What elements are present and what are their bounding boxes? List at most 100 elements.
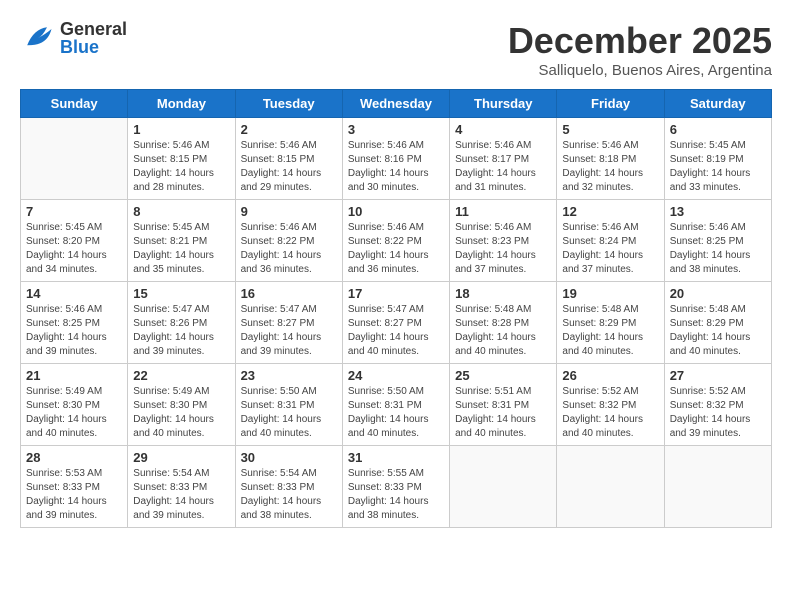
day-cell: 21 Sunrise: 5:49 AM Sunset: 8:30 PM Dayli… (21, 364, 128, 446)
day-number: 31 (348, 450, 444, 465)
week-row-3: 14 Sunrise: 5:46 AM Sunset: 8:25 PM Dayli… (21, 282, 772, 364)
day-cell (557, 446, 664, 528)
day-cell: 23 Sunrise: 5:50 AM Sunset: 8:31 PM Dayli… (235, 364, 342, 446)
day-info: Sunrise: 5:46 AM Sunset: 8:18 PM Dayligh… (562, 139, 658, 195)
day-cell: 29 Sunrise: 5:54 AM Sunset: 8:33 PM Dayli… (128, 446, 235, 528)
day-number: 28 (26, 450, 122, 465)
day-info: Sunrise: 5:46 AM Sunset: 8:25 PM Dayligh… (26, 303, 122, 359)
day-number: 22 (133, 368, 229, 383)
page-header: General Blue December 2025 Salliquelo, B… (20, 20, 772, 79)
day-cell: 12Sunrise: 5:46 AM Sunset: 8:24 PM Dayli… (557, 200, 664, 282)
weekday-header-wednesday: Wednesday (342, 90, 449, 118)
logo-general-text: General (60, 20, 127, 38)
week-row-4: 21 Sunrise: 5:49 AM Sunset: 8:30 PM Dayli… (21, 364, 772, 446)
day-info: Sunrise: 5:47 AM Sunset: 8:27 PM Dayligh… (348, 303, 444, 359)
day-cell: 13 Sunrise: 5:46 AM Sunset: 8:25 PM Dayli… (664, 200, 771, 282)
day-cell: 30 Sunrise: 5:54 AM Sunset: 8:33 PM Dayli… (235, 446, 342, 528)
day-number: 13 (670, 204, 766, 219)
day-cell: 27 Sunrise: 5:52 AM Sunset: 8:32 PM Dayli… (664, 364, 771, 446)
day-info: Sunrise: 5:52 AM Sunset: 8:32 PM Dayligh… (670, 385, 766, 441)
weekday-header-thursday: Thursday (450, 90, 557, 118)
day-info: Sunrise: 5:45 AM Sunset: 8:20 PM Dayligh… (26, 221, 122, 277)
day-info: Sunrise: 5:53 AM Sunset: 8:33 PM Dayligh… (26, 467, 122, 523)
weekday-header-saturday: Saturday (664, 90, 771, 118)
day-cell: 17Sunrise: 5:47 AM Sunset: 8:27 PM Dayli… (342, 282, 449, 364)
day-number: 10 (348, 204, 444, 219)
day-info: Sunrise: 5:46 AM Sunset: 8:17 PM Dayligh… (455, 139, 551, 195)
day-info: Sunrise: 5:50 AM Sunset: 8:31 PM Dayligh… (348, 385, 444, 441)
day-number: 20 (670, 286, 766, 301)
day-info: Sunrise: 5:54 AM Sunset: 8:33 PM Dayligh… (241, 467, 337, 523)
day-info: Sunrise: 5:45 AM Sunset: 8:21 PM Dayligh… (133, 221, 229, 277)
day-cell: 8Sunrise: 5:45 AM Sunset: 8:21 PM Daylig… (128, 200, 235, 282)
day-info: Sunrise: 5:48 AM Sunset: 8:29 PM Dayligh… (562, 303, 658, 359)
day-cell: 20 Sunrise: 5:48 AM Sunset: 8:29 PM Dayli… (664, 282, 771, 364)
day-number: 25 (455, 368, 551, 383)
day-info: Sunrise: 5:54 AM Sunset: 8:33 PM Dayligh… (133, 467, 229, 523)
day-number: 23 (241, 368, 337, 383)
month-title: December 2025 (508, 20, 772, 62)
day-number: 27 (670, 368, 766, 383)
day-info: Sunrise: 5:51 AM Sunset: 8:31 PM Dayligh… (455, 385, 551, 441)
day-number: 9 (241, 204, 337, 219)
day-info: Sunrise: 5:50 AM Sunset: 8:31 PM Dayligh… (241, 385, 337, 441)
day-number: 29 (133, 450, 229, 465)
day-info: Sunrise: 5:49 AM Sunset: 8:30 PM Dayligh… (133, 385, 229, 441)
weekday-header-monday: Monday (128, 90, 235, 118)
day-info: Sunrise: 5:47 AM Sunset: 8:27 PM Dayligh… (241, 303, 337, 359)
day-cell: 22 Sunrise: 5:49 AM Sunset: 8:30 PM Dayli… (128, 364, 235, 446)
day-info: Sunrise: 5:46 AM Sunset: 8:23 PM Dayligh… (455, 221, 551, 277)
day-cell: 19 Sunrise: 5:48 AM Sunset: 8:29 PM Dayli… (557, 282, 664, 364)
logo-icon (20, 20, 56, 56)
day-info: Sunrise: 5:46 AM Sunset: 8:22 PM Dayligh… (241, 221, 337, 277)
day-number: 19 (562, 286, 658, 301)
weekday-header-sunday: Sunday (21, 90, 128, 118)
day-number: 11 (455, 204, 551, 219)
day-number: 30 (241, 450, 337, 465)
day-cell: 31 Sunrise: 5:55 AM Sunset: 8:33 PM Dayli… (342, 446, 449, 528)
day-number: 14 (26, 286, 122, 301)
calendar-table: SundayMondayTuesdayWednesdayThursdayFrid… (20, 89, 772, 528)
day-cell: 18Sunrise: 5:48 AM Sunset: 8:28 PM Dayli… (450, 282, 557, 364)
day-cell (450, 446, 557, 528)
day-info: Sunrise: 5:48 AM Sunset: 8:29 PM Dayligh… (670, 303, 766, 359)
day-cell: 15 Sunrise: 5:47 AM Sunset: 8:26 PM Dayli… (128, 282, 235, 364)
day-info: Sunrise: 5:47 AM Sunset: 8:26 PM Dayligh… (133, 303, 229, 359)
day-number: 21 (26, 368, 122, 383)
day-info: Sunrise: 5:46 AM Sunset: 8:22 PM Dayligh… (348, 221, 444, 277)
day-cell (664, 446, 771, 528)
day-info: Sunrise: 5:46 AM Sunset: 8:25 PM Dayligh… (670, 221, 766, 277)
day-cell: 5 Sunrise: 5:46 AM Sunset: 8:18 PM Daylig… (557, 118, 664, 200)
day-info: Sunrise: 5:52 AM Sunset: 8:32 PM Dayligh… (562, 385, 658, 441)
day-cell: 1Sunrise: 5:46 AM Sunset: 8:15 PM Daylig… (128, 118, 235, 200)
day-number: 4 (455, 122, 551, 137)
day-info: Sunrise: 5:55 AM Sunset: 8:33 PM Dayligh… (348, 467, 444, 523)
day-info: Sunrise: 5:49 AM Sunset: 8:30 PM Dayligh… (26, 385, 122, 441)
day-cell: 26Sunrise: 5:52 AM Sunset: 8:32 PM Dayli… (557, 364, 664, 446)
day-cell: 11 Sunrise: 5:46 AM Sunset: 8:23 PM Dayli… (450, 200, 557, 282)
day-number: 18 (455, 286, 551, 301)
day-cell: 6 Sunrise: 5:45 AM Sunset: 8:19 PM Daylig… (664, 118, 771, 200)
day-cell: 10 Sunrise: 5:46 AM Sunset: 8:22 PM Dayli… (342, 200, 449, 282)
day-cell: 3 Sunrise: 5:46 AM Sunset: 8:16 PM Daylig… (342, 118, 449, 200)
day-cell: 14 Sunrise: 5:46 AM Sunset: 8:25 PM Dayli… (21, 282, 128, 364)
logo-name: General Blue (60, 20, 127, 56)
logo-blue-text: Blue (60, 38, 127, 56)
day-info: Sunrise: 5:46 AM Sunset: 8:24 PM Dayligh… (562, 221, 658, 277)
day-number: 6 (670, 122, 766, 137)
week-row-2: 7Sunrise: 5:45 AM Sunset: 8:20 PM Daylig… (21, 200, 772, 282)
day-cell: 7Sunrise: 5:45 AM Sunset: 8:20 PM Daylig… (21, 200, 128, 282)
day-number: 24 (348, 368, 444, 383)
title-block: December 2025 Salliquelo, Buenos Aires, … (508, 20, 772, 79)
day-number: 3 (348, 122, 444, 137)
day-info: Sunrise: 5:46 AM Sunset: 8:16 PM Dayligh… (348, 139, 444, 195)
day-cell: 25 Sunrise: 5:51 AM Sunset: 8:31 PM Dayli… (450, 364, 557, 446)
day-number: 16 (241, 286, 337, 301)
week-row-5: 28 Sunrise: 5:53 AM Sunset: 8:33 PM Dayli… (21, 446, 772, 528)
day-number: 2 (241, 122, 337, 137)
location-subtitle: Salliquelo, Buenos Aires, Argentina (508, 62, 772, 79)
day-number: 1 (133, 122, 229, 137)
day-number: 5 (562, 122, 658, 137)
day-number: 15 (133, 286, 229, 301)
day-info: Sunrise: 5:45 AM Sunset: 8:19 PM Dayligh… (670, 139, 766, 195)
